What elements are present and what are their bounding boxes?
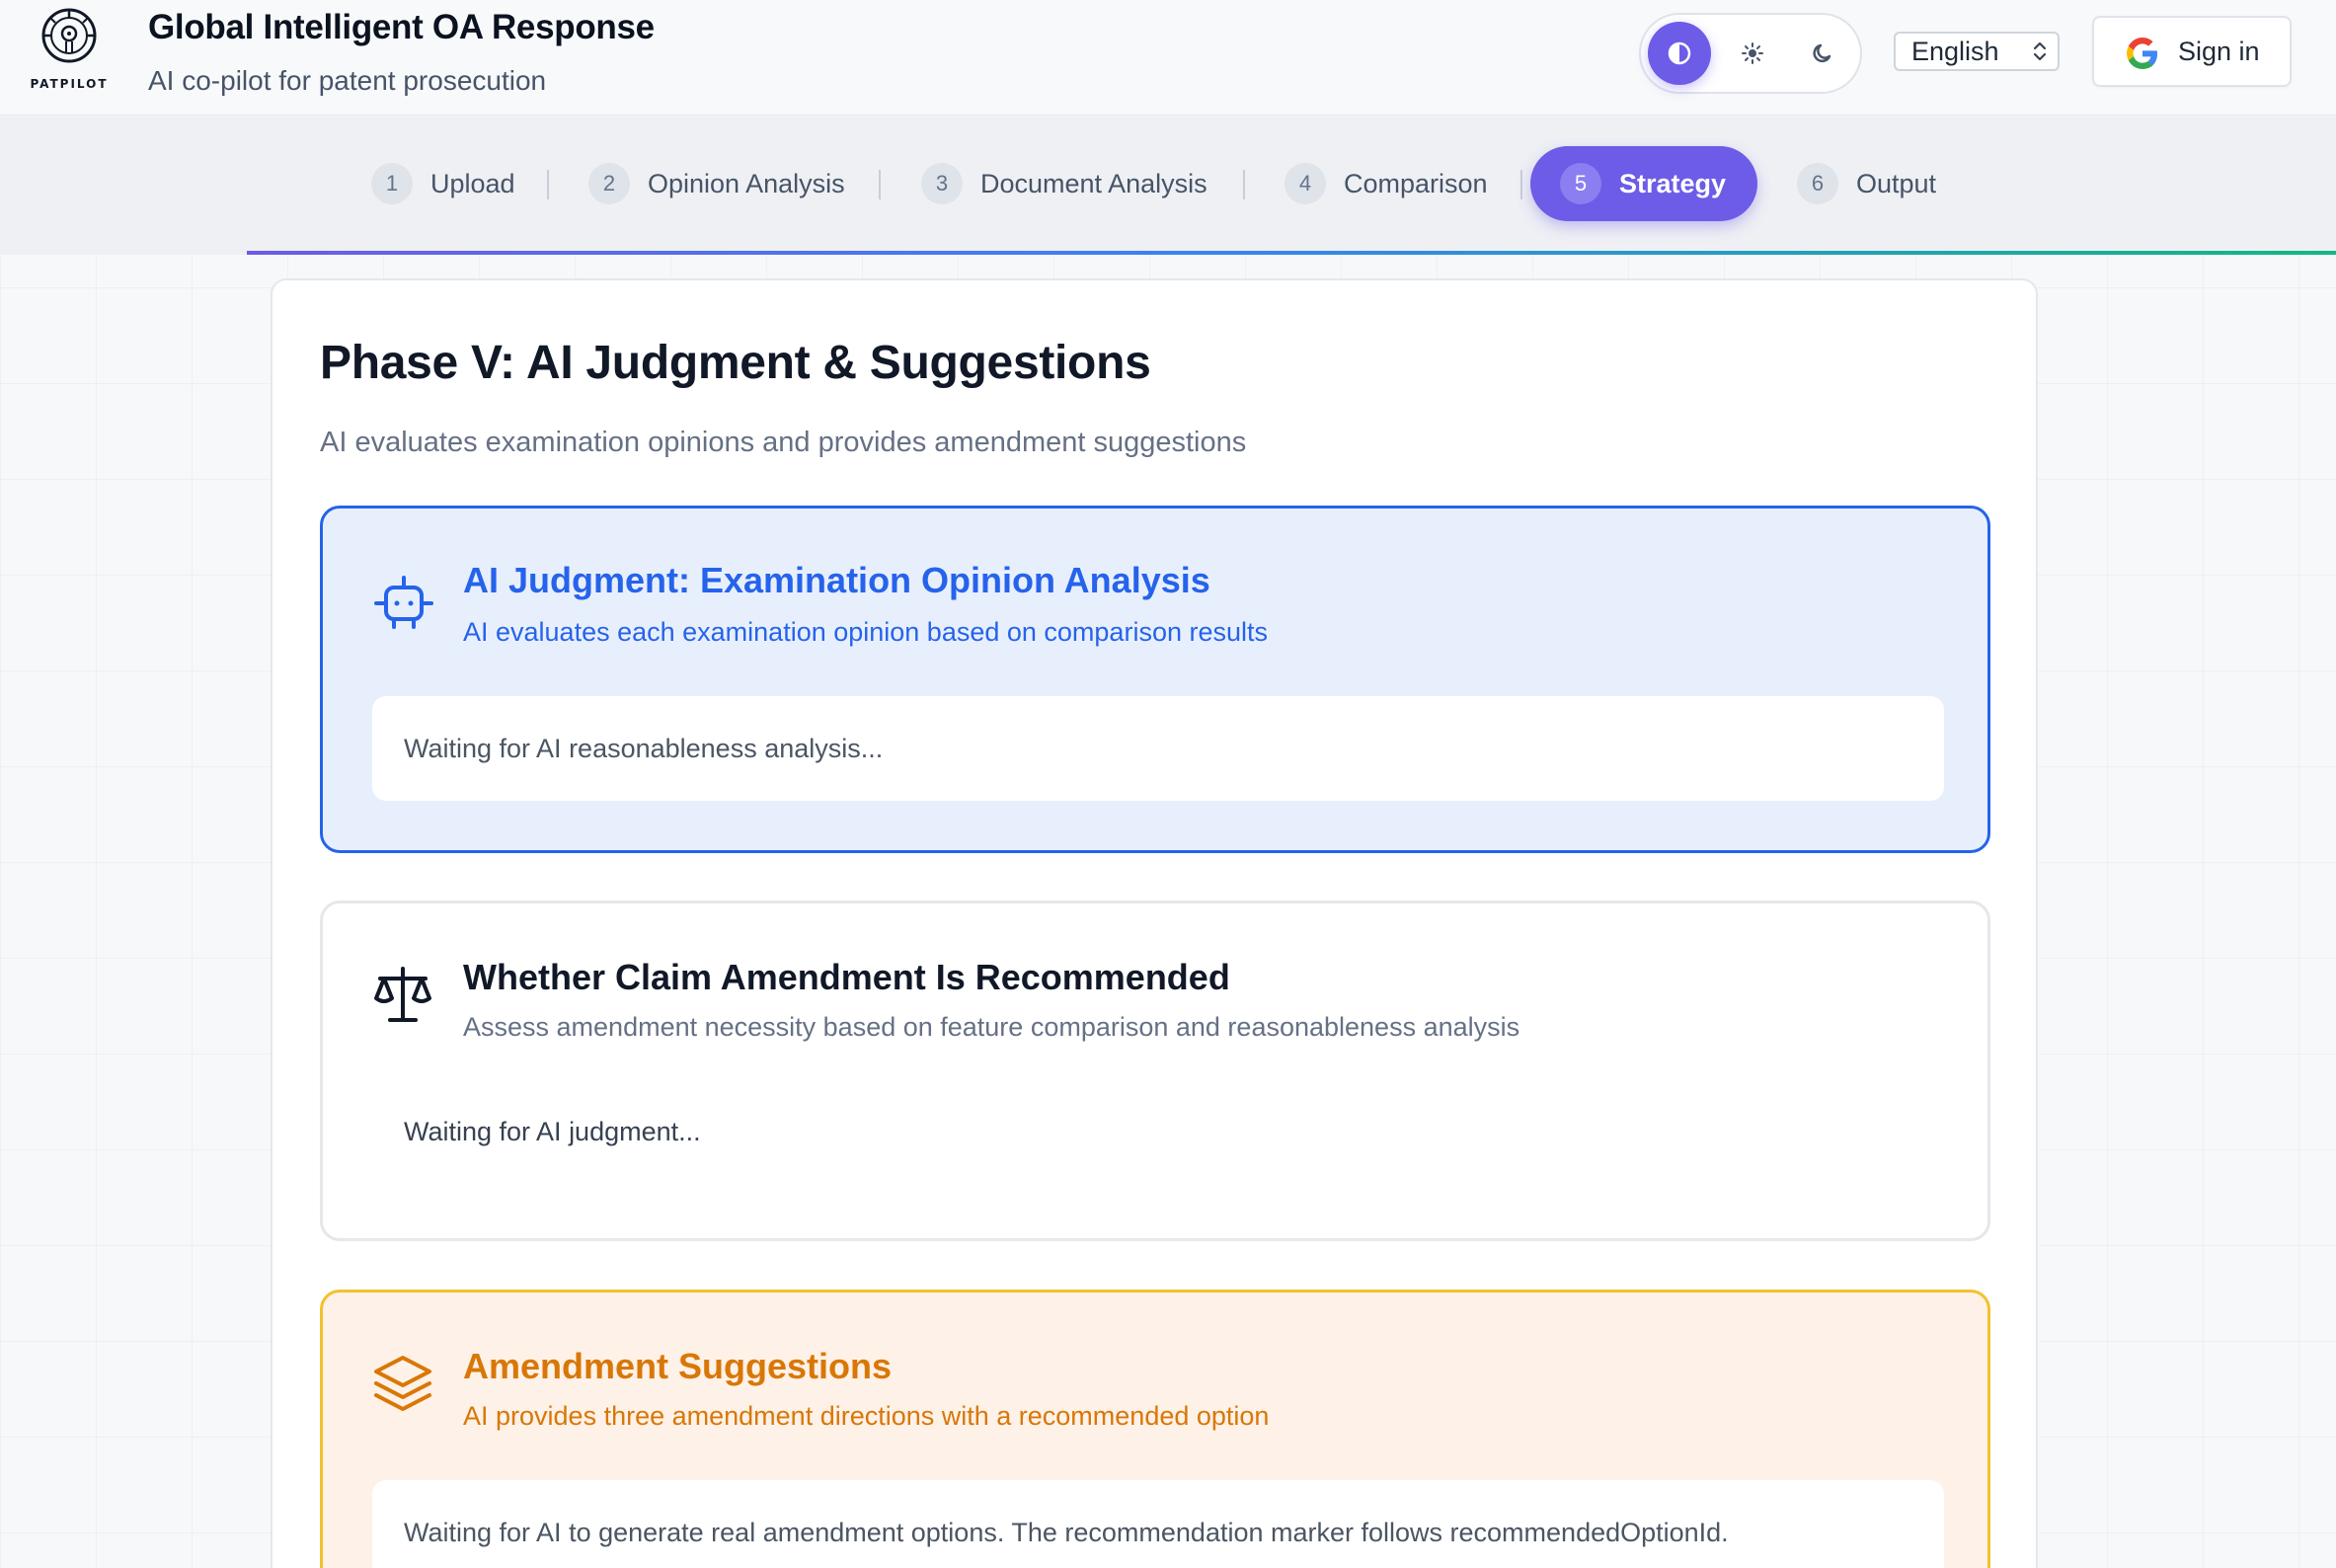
theme-dark-button[interactable] [1791, 22, 1854, 85]
step-comparison[interactable]: 4 Comparison [1285, 146, 1488, 221]
theme-toggle [1639, 13, 1862, 94]
theme-auto-button[interactable] [1648, 22, 1711, 85]
scale-icon [374, 967, 431, 1022]
step-opinion-analysis[interactable]: 2 Opinion Analysis [588, 146, 845, 221]
layers-icon [374, 1356, 431, 1411]
contrast-icon [1668, 41, 1691, 65]
step-number: 2 [588, 163, 630, 204]
card-subtitle: AI provides three amendment directions w… [463, 1401, 1270, 1431]
pilot-wheel-icon [41, 8, 97, 63]
step-label: Comparison [1344, 168, 1488, 198]
robot-icon [374, 576, 433, 629]
step-strategy[interactable]: 5 Strategy [1530, 146, 1758, 221]
patpilot-logo[interactable]: PATPILOT [30, 6, 109, 91]
card-subtitle: Assess amendment necessity based on feat… [463, 1012, 1520, 1042]
language-select[interactable]: English [1894, 32, 2060, 71]
step-label: Strategy [1619, 168, 1727, 198]
google-icon [2127, 38, 2157, 69]
step-label: Upload [430, 168, 515, 198]
step-number: 1 [371, 163, 413, 204]
step-number: 3 [921, 163, 963, 204]
step-divider [547, 170, 549, 199]
step-label: Opinion Analysis [648, 168, 845, 198]
step-divider [1520, 170, 1522, 199]
phase-panel: Phase V: AI Judgment & Suggestions AI ev… [271, 278, 2038, 1568]
card-title: Whether Claim Amendment Is Recommended [463, 957, 1230, 997]
app-title: Global Intelligent OA Response [148, 8, 655, 46]
stepper-progress-line [247, 251, 2336, 255]
step-label: Output [1856, 168, 1937, 198]
app-header: PATPILOT Global Intelligent OA Response … [0, 0, 2336, 116]
step-upload[interactable]: 1 Upload [371, 146, 515, 221]
claim-amendment-status: Waiting for AI judgment... [404, 1117, 701, 1146]
step-output[interactable]: 6 Output [1797, 146, 1936, 221]
ai-judgment-status: Waiting for AI reasonableness analysis..… [372, 696, 1944, 801]
ai-judgment-card: AI Judgment: Examination Opinion Analysi… [320, 506, 1990, 853]
language-value: English [1911, 37, 1999, 66]
step-number: 6 [1797, 163, 1838, 204]
card-title: AI Judgment: Examination Opinion Analysi… [463, 560, 1210, 600]
theme-light-button[interactable] [1721, 22, 1784, 85]
sun-icon [1742, 42, 1763, 64]
sign-in-label: Sign in [2178, 37, 2260, 66]
phase-description: AI evaluates examination opinions and pr… [320, 427, 1247, 458]
step-divider [879, 170, 881, 199]
amendment-suggestions-card: Amendment Suggestions AI provides three … [320, 1290, 1990, 1568]
step-label: Document Analysis [980, 168, 1207, 198]
moon-icon [1813, 43, 1831, 63]
amendment-suggestions-status: Waiting for AI to generate real amendmen… [372, 1480, 1944, 1568]
claim-amendment-card: Whether Claim Amendment Is Recommended A… [320, 901, 1990, 1241]
step-document-analysis[interactable]: 3 Document Analysis [921, 146, 1207, 221]
app-subtitle: AI co-pilot for patent prosecution [148, 65, 547, 96]
phase-title: Phase V: AI Judgment & Suggestions [320, 337, 1151, 389]
step-number: 4 [1285, 163, 1326, 204]
chevron-updown-icon [2033, 41, 2047, 61]
card-subtitle: AI evaluates each examination opinion ba… [463, 617, 1268, 647]
step-divider [1243, 170, 1245, 199]
sign-in-button[interactable]: Sign in [2092, 16, 2292, 87]
logo-text: PATPILOT [30, 77, 109, 91]
step-number: 5 [1560, 163, 1601, 204]
card-title: Amendment Suggestions [463, 1346, 893, 1386]
